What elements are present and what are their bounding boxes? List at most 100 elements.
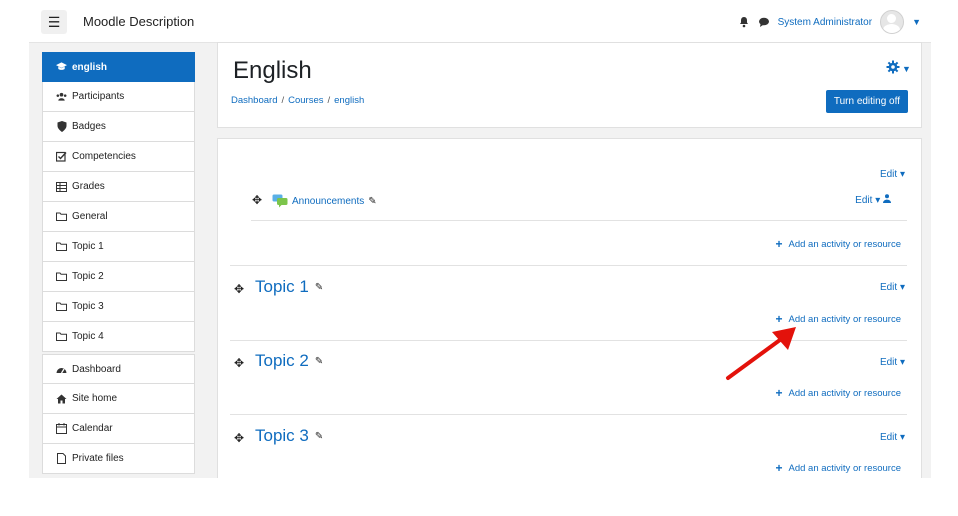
sidebar-item-general[interactable]: General [42, 202, 195, 232]
caret-down-icon: ▾ [875, 195, 881, 206]
turn-editing-off-button[interactable]: Turn editing off [825, 90, 908, 113]
graduation-cap-icon [56, 62, 67, 73]
add-activity-link[interactable]: + Add an activity or resource [776, 386, 902, 400]
activity-name[interactable]: Announcements [292, 196, 364, 207]
topic-title[interactable]: Topic 2 [255, 351, 309, 371]
pencil-icon[interactable]: ✎ [315, 356, 323, 367]
sidebar-item-label: Site home [72, 393, 118, 404]
section-edit-menu[interactable]: Edit ▾ [880, 357, 905, 368]
caret-down-icon[interactable]: ▼ [912, 17, 921, 27]
gear-icon [886, 60, 900, 79]
sidebar-item-participants[interactable]: Participants [42, 82, 195, 112]
annotation-arrow-icon [726, 327, 796, 380]
plus-icon: + [775, 237, 783, 251]
edit-label: Edit [879, 282, 898, 293]
bottom-fade [218, 469, 921, 478]
caret-down-icon: ▾ [899, 357, 905, 368]
sidebar-item-label: Competencies [72, 151, 136, 162]
sidebar-item-label: english [72, 61, 108, 73]
sidebar-item-topic-1[interactable]: Topic 1 [42, 232, 195, 262]
add-activity-link[interactable]: + Add an activity or resource [776, 237, 902, 251]
sidebar-item-label: Topic 3 [72, 301, 104, 312]
sidebar-item-topic-2[interactable]: Topic 2 [42, 262, 195, 292]
menu-toggle-button[interactable]: ☰ [41, 10, 67, 34]
user-menu-area: System Administrator ▼ [738, 9, 921, 35]
user-name-link[interactable]: System Administrator [778, 17, 872, 28]
edit-label: Edit [855, 195, 873, 206]
sidebar-item-label: Private files [72, 453, 124, 464]
page-header: English Dashboard / Courses / english ▼ … [217, 42, 922, 128]
chat-icon[interactable] [758, 16, 770, 28]
section-edit-menu[interactable]: Edit ▾ [880, 282, 905, 293]
site-name[interactable]: Moodle Description [83, 14, 194, 29]
folder-icon [56, 211, 67, 222]
forum-icon [272, 194, 288, 208]
sidebar-item-badges[interactable]: Badges [42, 112, 195, 142]
bell-icon[interactable] [738, 16, 750, 28]
users-icon [56, 91, 67, 102]
section-topic-2: Topic 2 ✎ [255, 351, 323, 371]
sidebar-item-calendar[interactable]: Calendar [42, 414, 195, 444]
breadcrumb: Dashboard / Courses / english [231, 95, 364, 106]
calendar-icon [56, 423, 67, 434]
edit-label: Edit [879, 169, 898, 180]
sidebar-item-label: Topic 2 [72, 271, 104, 282]
sidebar-item-label: Topic 4 [72, 331, 104, 342]
breadcrumb-english[interactable]: english [334, 95, 364, 106]
caret-down-icon: ▾ [899, 432, 905, 443]
sidebar-item-topic-3[interactable]: Topic 3 [42, 292, 195, 322]
sidebar-item-topic-4[interactable]: Topic 4 [42, 322, 195, 352]
pencil-icon[interactable]: ✎ [315, 282, 323, 293]
sidebar-item-english[interactable]: english [42, 52, 195, 82]
plus-icon: + [775, 386, 783, 400]
sidebar-item-grades[interactable]: Grades [42, 172, 195, 202]
breadcrumb-dashboard[interactable]: Dashboard [231, 95, 277, 106]
move-icon[interactable]: ✥ [234, 356, 244, 370]
edit-label: Edit [879, 432, 898, 443]
activity-divider [251, 220, 907, 221]
breadcrumb-separator: / [281, 95, 285, 106]
sidebar-item-label: Topic 1 [72, 241, 104, 252]
section-topic-1: Topic 1 ✎ [255, 277, 323, 297]
topic-title[interactable]: Topic 1 [255, 277, 309, 297]
pencil-icon[interactable]: ✎ [315, 431, 323, 442]
top-navbar: ☰ Moodle Description System Administrato… [29, 0, 931, 43]
section-divider [230, 265, 907, 266]
breadcrumb-courses[interactable]: Courses [288, 95, 323, 106]
pencil-icon[interactable]: ✎ [368, 196, 376, 207]
add-label: Add an activity or resource [788, 238, 901, 250]
section-edit-menu[interactable]: Edit ▾ [880, 169, 905, 180]
shield-icon [56, 121, 67, 132]
caret-down-icon: ▼ [902, 64, 911, 74]
folder-icon [56, 241, 67, 252]
avatar[interactable] [880, 10, 905, 34]
sidebar-item-site-home[interactable]: Site home [42, 384, 195, 414]
move-icon[interactable]: ✥ [234, 431, 244, 445]
section-divider [230, 414, 907, 415]
topic-title[interactable]: Topic 3 [255, 426, 309, 446]
add-label: Add an activity or resource [788, 313, 901, 325]
move-icon[interactable]: ✥ [252, 193, 262, 207]
move-icon[interactable]: ✥ [234, 282, 244, 296]
section-edit-menu[interactable]: Edit ▾ [880, 432, 905, 443]
caret-down-icon: ▾ [899, 282, 905, 293]
edit-label: Edit [879, 357, 898, 368]
home-icon [56, 393, 67, 404]
section-topic-3: Topic 3 ✎ [255, 426, 323, 446]
sidebar-item-private-files[interactable]: Private files [42, 444, 195, 474]
sidebar-item-competencies[interactable]: Competencies [42, 142, 195, 172]
sidebar-item-label: Badges [72, 121, 106, 132]
add-label: Add an activity or resource [788, 387, 901, 399]
activity-edit-menu[interactable]: Edit ▾ [855, 194, 891, 206]
sidebar-item-dashboard[interactable]: Dashboard [42, 354, 195, 384]
moodle-app: ☰ Moodle Description System Administrato… [29, 0, 931, 478]
activity-announcements[interactable]: Announcements ✎ [272, 194, 377, 208]
table-icon [56, 181, 67, 192]
sidebar-item-label: Participants [72, 91, 125, 102]
course-navigation-drawer: english Participants Badges Competencies… [42, 52, 195, 474]
course-settings-menu[interactable]: ▼ [886, 60, 911, 79]
section-divider [230, 340, 907, 341]
folder-icon [56, 301, 67, 312]
dashboard-icon [56, 364, 67, 375]
sidebar-item-label: Dashboard [72, 363, 121, 375]
